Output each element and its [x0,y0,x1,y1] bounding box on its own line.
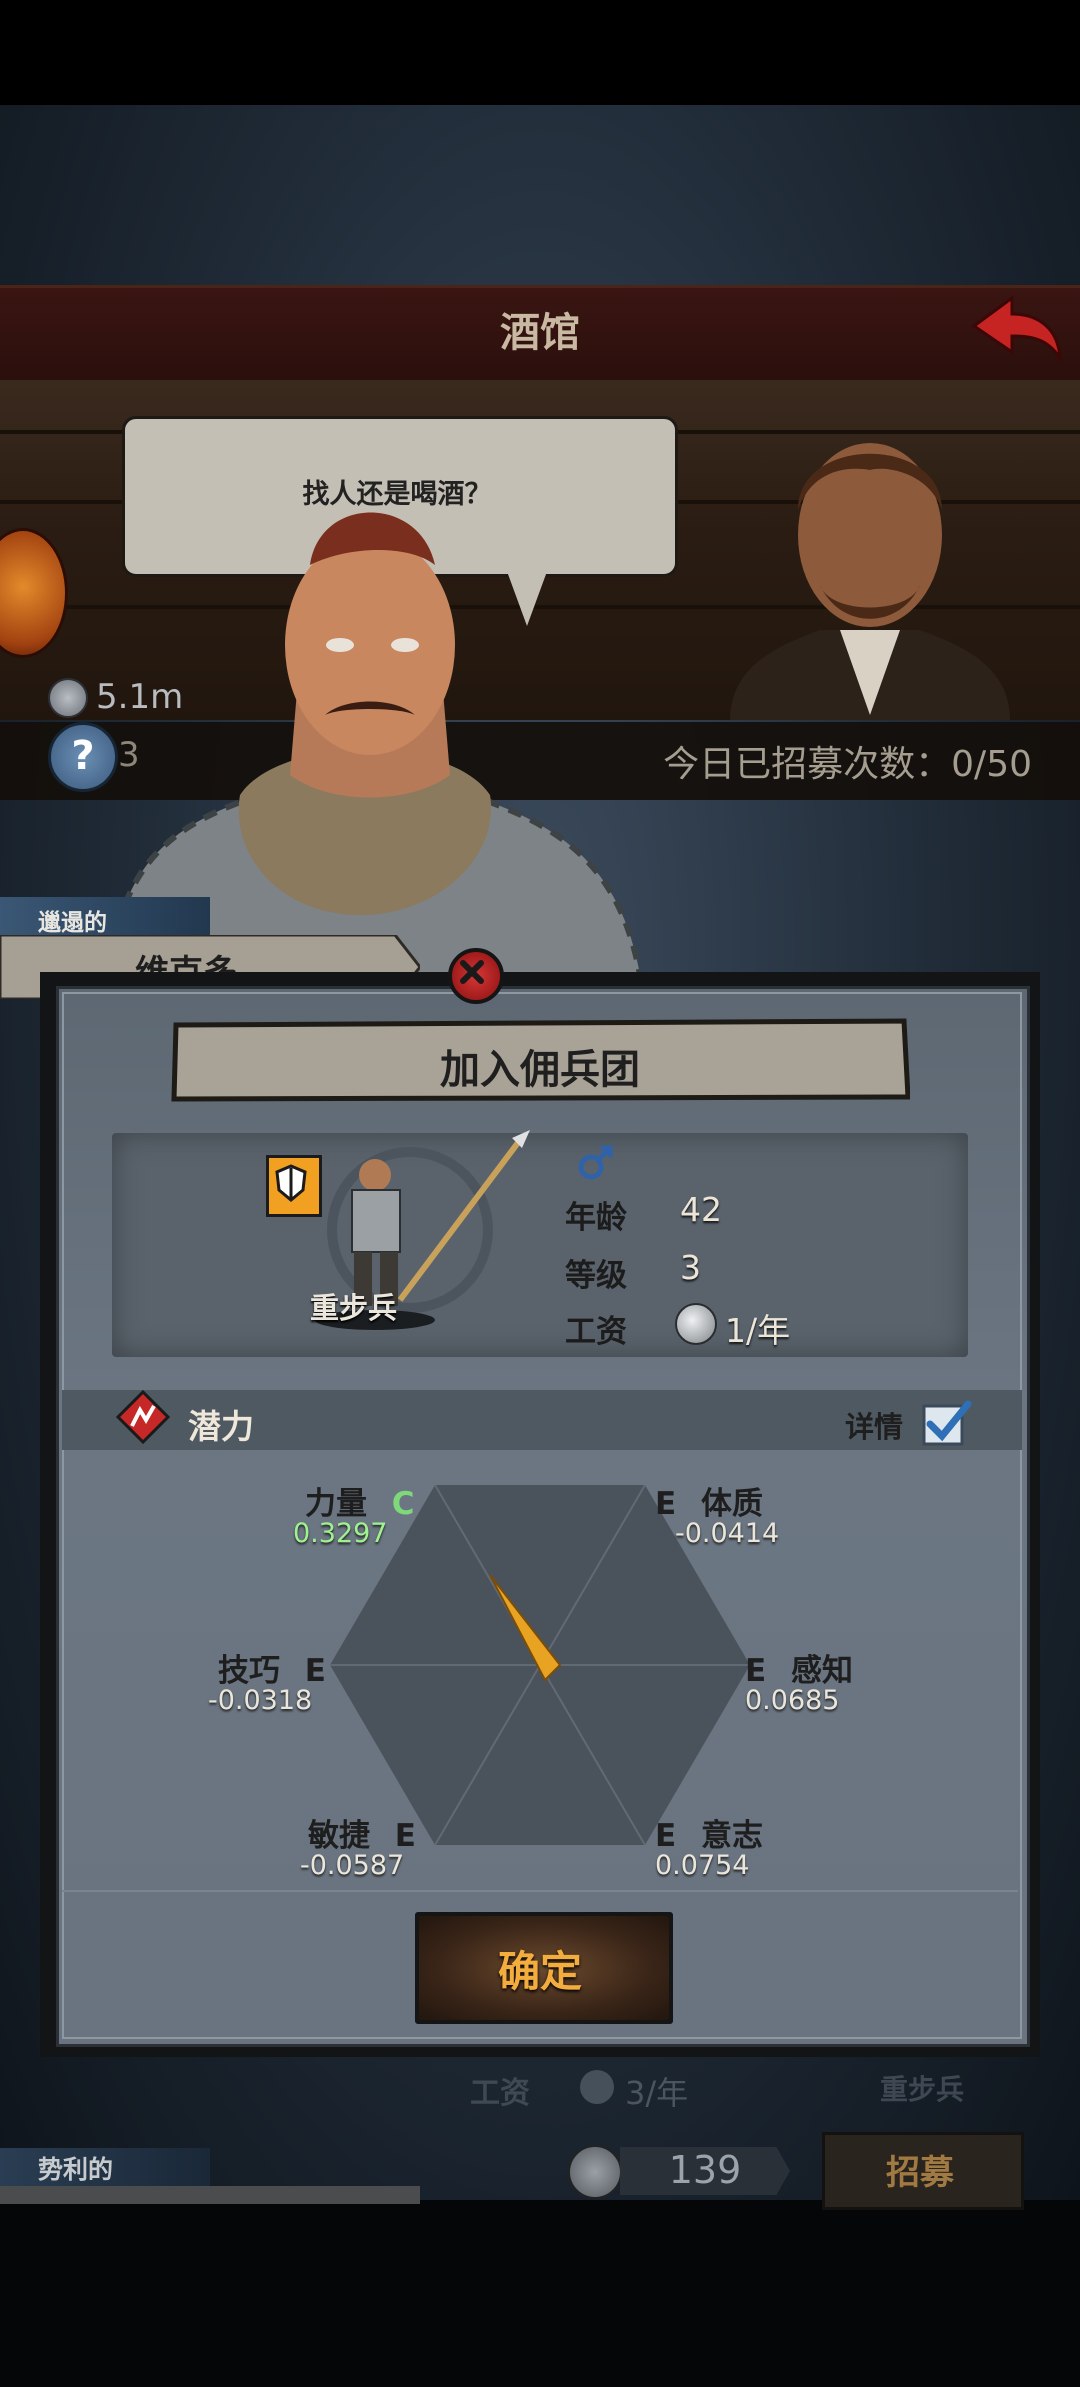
bottom-bar [0,2200,1080,2387]
strength-grade: C [391,1486,415,1522]
mercenary-title: 邋遢的 [38,910,107,936]
strength-value: 0.3297 [293,1518,388,1549]
agility-value: -0.0587 [300,1850,405,1881]
help-button[interactable]: ? [48,722,118,792]
divider [62,1890,1018,1892]
agility-grade: E [394,1818,416,1854]
potential-label: 潜力 [188,1407,254,1446]
list-wage-value: 3/年 [625,2074,689,2112]
will-grade: E [655,1818,677,1854]
will-label: E 意志 [655,1818,763,1854]
male-icon [578,1145,613,1180]
recruit-count: 今日已招募次数：0/50 [663,744,1032,785]
confirm-label: 确定 [497,1947,582,1996]
wage-value: 1/年 [725,1311,791,1350]
skill-label: 技巧 E [218,1653,326,1689]
wage-label: 工资 [565,1314,627,1350]
recruit-price: 139 [668,2148,742,2192]
shield-icon[interactable] [266,1155,322,1217]
unit-class: 重步兵 [310,1291,398,1325]
agility-label: 敏捷 E [308,1818,416,1854]
perception-label: E 感知 [745,1653,853,1689]
strength-label: 力量 C [305,1486,415,1522]
details-checkbox[interactable] [920,1398,972,1450]
age-value: 42 [680,1190,722,1229]
details-label: 详情 [845,1410,904,1444]
perception-grade: E [745,1653,767,1689]
list-unit-class: 重步兵 [880,2073,965,2106]
unit-info-panel [112,1133,968,1357]
list-mercenary-title: 势利的 [38,2155,114,2184]
bartender-portrait [730,443,1010,720]
silver-coin-icon [568,2145,622,2199]
recruit-label: 招募 [886,2153,954,2193]
close-icon[interactable] [448,948,504,1004]
silver-coin-icon [48,678,88,718]
age-label: 年龄 [565,1200,627,1236]
back-arrow-icon[interactable] [968,292,1064,370]
tavern-title: 酒馆 [500,310,580,356]
skill-value: -0.0318 [208,1685,313,1716]
list-wage-label: 工资 [470,2076,530,2111]
perception-value: 0.0685 [745,1685,840,1716]
dialog-title: 加入佣兵团 [440,1047,640,1093]
level-value: 3 [680,1248,701,1287]
list-name-plate [0,2186,420,2204]
top-bar [0,0,1080,105]
silver-coin-icon [675,1303,717,1345]
constitution-grade: E [655,1486,677,1522]
level-label: 等级 [565,1258,627,1294]
skill-grade: E [304,1653,326,1689]
will-value: 0.0754 [655,1850,750,1881]
silver-coin-icon [580,2070,614,2104]
constitution-label: E 体质 [655,1486,763,1522]
potential-icon [116,1390,170,1444]
constitution-value: -0.0414 [675,1518,780,1549]
